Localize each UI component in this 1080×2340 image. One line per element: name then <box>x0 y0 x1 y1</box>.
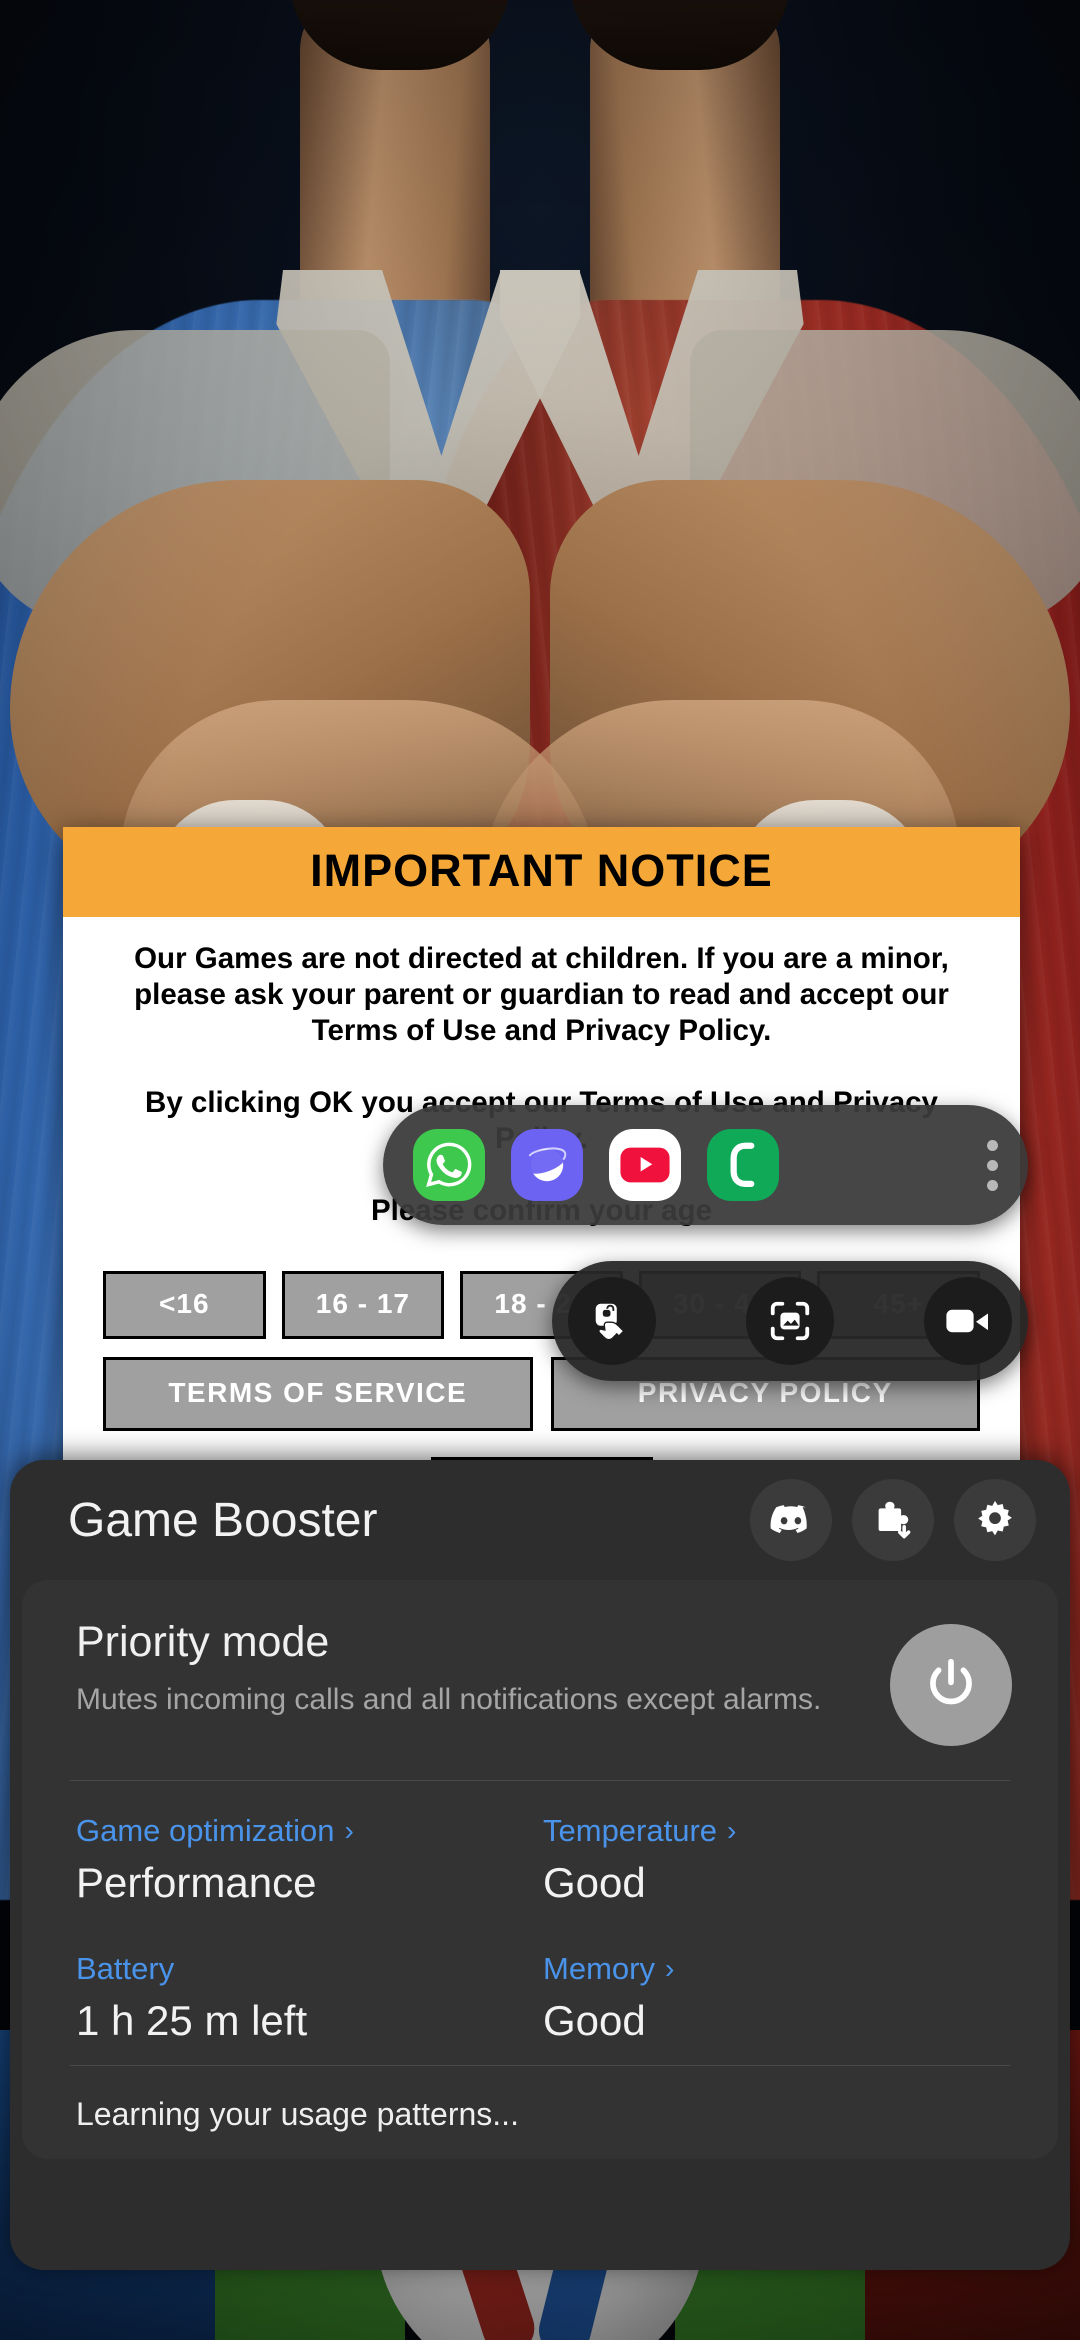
phone-screen: IMPORTANT NOTICE Our Games are not direc… <box>0 0 1080 2340</box>
game-booster-header: Game Booster <box>10 1460 1070 1580</box>
notice-paragraph-1: Our Games are not directed at children. … <box>134 942 949 1047</box>
stat-label-text: Temperature <box>543 1813 718 1848</box>
gear-icon[interactable] <box>954 1479 1036 1561</box>
stat-value: Good <box>543 1859 646 1906</box>
overflow-dot <box>987 1159 998 1171</box>
stat-label-text: Game optimization <box>76 1813 335 1848</box>
stat-temperature[interactable]: Temperature › Good <box>543 1813 1010 1907</box>
header-icon-group <box>750 1479 1036 1561</box>
priority-mode-power-toggle[interactable] <box>890 1624 1012 1746</box>
stat-label-text: Memory <box>543 1951 655 1986</box>
chevron-right-icon: › <box>664 1953 675 1984</box>
game-tools-action-bar[interactable] <box>552 1261 1028 1381</box>
touch-lock-icon[interactable] <box>568 1277 656 1365</box>
overflow-menu-icon[interactable] <box>987 1139 1002 1191</box>
stat-memory[interactable]: Memory › Good <box>543 1951 1010 2045</box>
game-tools-app-bar[interactable] <box>383 1105 1028 1225</box>
plugin-download-icon[interactable] <box>852 1479 934 1561</box>
priority-mode-row[interactable]: Priority mode Mutes incoming calls and a… <box>22 1580 1058 1780</box>
booster-content-card: Priority mode Mutes incoming calls and a… <box>22 1580 1058 2159</box>
priority-mode-subtitle: Mutes incoming calls and all notificatio… <box>76 1683 822 1716</box>
dialog-title: IMPORTANT NOTICE <box>63 827 1020 917</box>
chevron-right-icon: › <box>727 1815 737 1846</box>
terms-of-service-button[interactable]: TERMS OF SERVICE <box>103 1356 533 1431</box>
overflow-dot <box>987 1139 998 1151</box>
stat-label: Battery <box>76 1951 543 1987</box>
stats-grid: Game optimization › Performance Temperat… <box>22 1781 1058 2065</box>
screenshot-icon[interactable] <box>746 1277 834 1365</box>
age-button-16-17[interactable]: 16 - 17 <box>281 1270 445 1339</box>
priority-mode-text: Priority mode Mutes incoming calls and a… <box>76 1618 870 1721</box>
stat-label-text: Battery <box>76 1951 175 1986</box>
stat-label: Memory › <box>543 1951 1010 1987</box>
stat-value: Performance <box>76 1859 317 1906</box>
samsung-internet-icon[interactable] <box>511 1129 583 1201</box>
screen-record-icon[interactable] <box>924 1277 1012 1365</box>
age-button-under-16[interactable]: <16 <box>103 1270 266 1339</box>
stat-value: Good <box>543 1997 646 2044</box>
panel-title: Game Booster <box>68 1493 378 1547</box>
youtube-icon[interactable] <box>609 1129 681 1201</box>
usage-learning-status: Learning your usage patterns... <box>76 2096 519 2132</box>
game-booster-panel: Game Booster Priority mode Mutes incomin… <box>10 1460 1070 2270</box>
stat-game-optimization[interactable]: Game optimization › Performance <box>76 1813 543 1907</box>
stat-value: 1 h 25 m left <box>76 1997 308 2044</box>
stat-label: Game optimization › <box>76 1813 543 1849</box>
priority-mode-title: Priority mode <box>76 1618 330 1666</box>
whatsapp-icon[interactable] <box>413 1129 485 1201</box>
chevron-right-icon: › <box>344 1815 354 1846</box>
stat-battery: Battery 1 h 25 m left <box>76 1951 543 2045</box>
overflow-dot <box>987 1179 998 1191</box>
discord-icon[interactable] <box>750 1479 832 1561</box>
stat-label: Temperature › <box>543 1813 1010 1849</box>
phone-icon[interactable] <box>707 1129 779 1201</box>
